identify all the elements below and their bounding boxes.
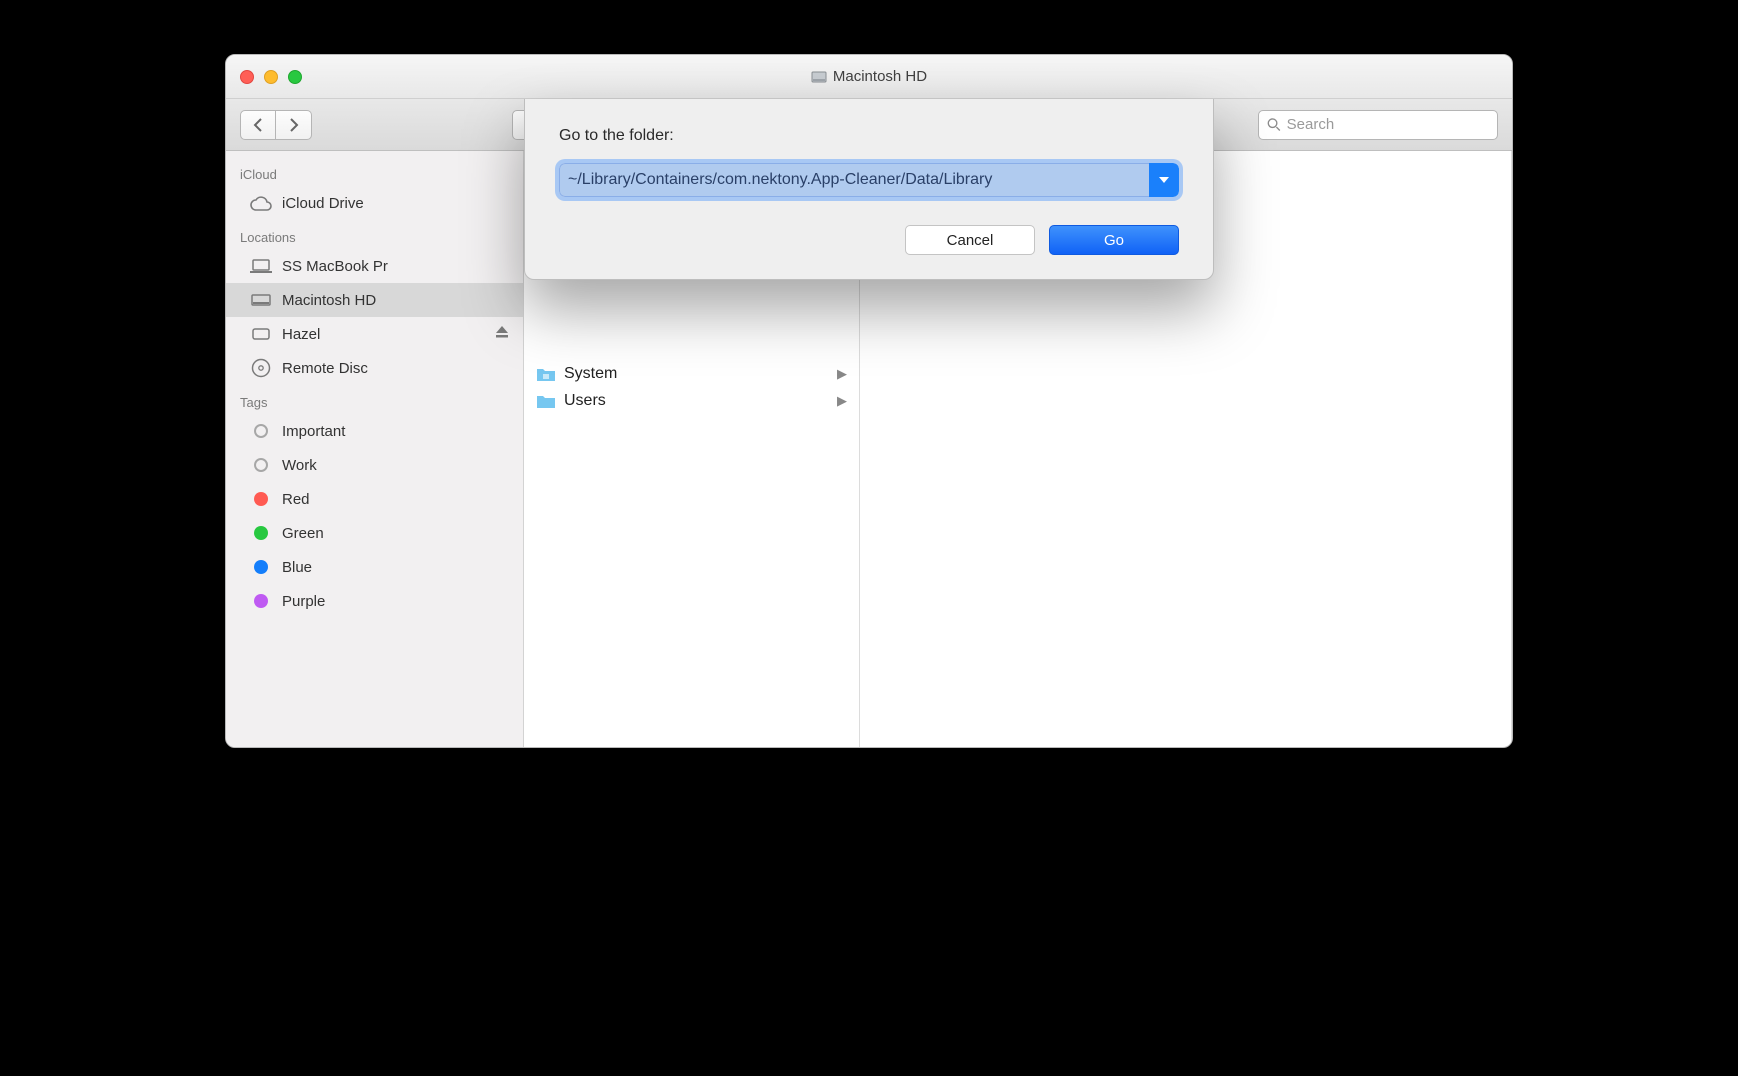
sidebar-item-icloud-drive[interactable]: iCloud Drive [226, 186, 523, 220]
harddrive-icon [250, 289, 272, 311]
cloud-icon [250, 192, 272, 214]
sidebar-item-remote-disc[interactable]: Remote Disc [226, 351, 523, 385]
tag-dot-icon [250, 556, 272, 578]
forward-button[interactable] [276, 110, 312, 140]
laptop-icon [250, 255, 272, 277]
dialog-title: Go to the folder: [559, 127, 1179, 145]
folder-name: System [564, 365, 617, 383]
search-icon [1267, 117, 1281, 132]
go-button[interactable]: Go [1049, 225, 1179, 255]
sidebar-item-label: Macintosh HD [282, 292, 509, 309]
folder-icon [536, 393, 556, 409]
sidebar-item-label: Green [282, 525, 509, 542]
eject-icon[interactable] [495, 325, 509, 343]
sidebar-item-label: SS MacBook Pr [282, 258, 509, 275]
chevron-down-icon [1159, 177, 1169, 183]
chevron-right-icon: ▶ [837, 393, 847, 409]
sidebar-item-hazel[interactable]: Hazel [226, 317, 523, 351]
search-input[interactable] [1287, 116, 1489, 133]
path-combo [559, 163, 1179, 197]
tag-dot-icon [250, 522, 272, 544]
folder-icon [536, 366, 556, 382]
sidebar-tag-red[interactable]: Red [226, 482, 523, 516]
sidebar-item-label: Red [282, 491, 509, 508]
folder-row-users[interactable]: Users ▶ [524, 388, 859, 415]
tag-dot-icon [250, 590, 272, 612]
sidebar-item-label: Blue [282, 559, 509, 576]
sidebar-tag-blue[interactable]: Blue [226, 550, 523, 584]
sidebar-item-label: Remote Disc [282, 360, 509, 377]
folder-name: Users [564, 392, 606, 410]
minimize-window-button[interactable] [264, 70, 278, 84]
button-label: Go [1104, 232, 1124, 249]
chevron-right-icon: ▶ [837, 366, 847, 382]
sidebar-item-label: Important [282, 423, 509, 440]
button-label: Cancel [947, 232, 994, 249]
path-input[interactable] [559, 163, 1149, 197]
sidebar-item-label: Purple [282, 593, 509, 610]
tag-dot-icon [250, 488, 272, 510]
sidebar-tag-green[interactable]: Green [226, 516, 523, 550]
sidebar-item-macintosh-hd[interactable]: Macintosh HD [226, 283, 523, 317]
path-dropdown-button[interactable] [1149, 163, 1179, 197]
maximize-window-button[interactable] [288, 70, 302, 84]
sidebar-tag-work[interactable]: Work [226, 448, 523, 482]
titlebar: Macintosh HD [226, 55, 1512, 99]
sidebar-tag-purple[interactable]: Purple [226, 584, 523, 618]
folder-row-system[interactable]: System ▶ [524, 361, 859, 388]
sidebar-item-label: Hazel [282, 326, 485, 343]
search-field[interactable] [1258, 110, 1498, 140]
go-to-folder-dialog: Go to the folder: Cancel Go [524, 99, 1214, 280]
cancel-button[interactable]: Cancel [905, 225, 1035, 255]
sidebar-section-locations: Locations [226, 220, 523, 249]
sidebar-item-ss-macbook[interactable]: SS MacBook Pr [226, 249, 523, 283]
sidebar-section-icloud: iCloud [226, 157, 523, 186]
window-title: Macintosh HD [226, 68, 1512, 85]
sidebar-section-tags: Tags [226, 385, 523, 414]
sidebar-item-label: iCloud Drive [282, 195, 509, 212]
sidebar-tag-important[interactable]: Important [226, 414, 523, 448]
external-drive-icon [250, 323, 272, 345]
sidebar: iCloud iCloud Drive Locations SS MacBook… [226, 151, 524, 747]
finder-window: Macintosh HD [225, 54, 1513, 748]
nav-buttons [240, 110, 312, 140]
window-title-text: Macintosh HD [833, 68, 927, 85]
traffic-lights [240, 70, 302, 84]
disc-icon [250, 357, 272, 379]
sidebar-item-label: Work [282, 457, 509, 474]
tag-dot-icon [250, 454, 272, 476]
tag-dot-icon [250, 420, 272, 442]
close-window-button[interactable] [240, 70, 254, 84]
back-button[interactable] [240, 110, 276, 140]
harddrive-icon [811, 69, 827, 85]
dialog-actions: Cancel Go [559, 225, 1179, 255]
